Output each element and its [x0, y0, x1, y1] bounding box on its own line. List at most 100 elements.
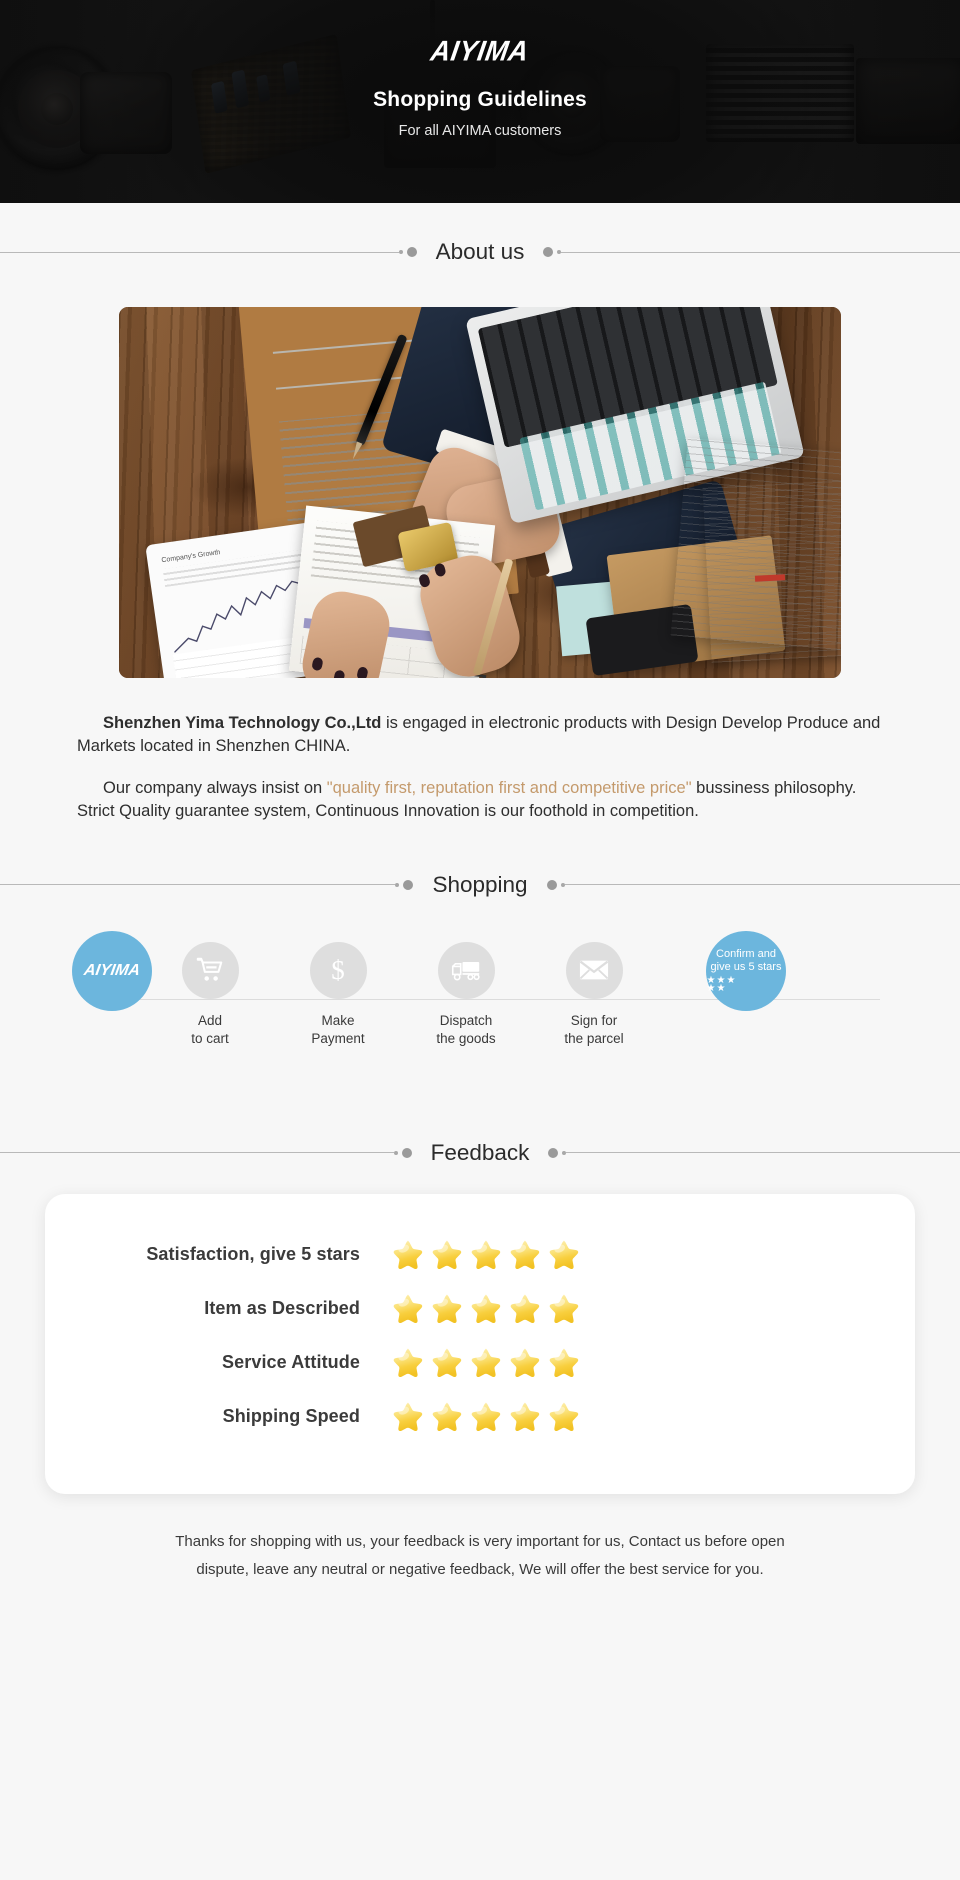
shopping-step-label: Sign for the parcel	[564, 1012, 623, 1048]
shopping-step-label: Add to cart	[191, 1012, 229, 1048]
feedback-section: Feedback Satisfaction, give 5 stars Item…	[0, 1140, 960, 1585]
star-icon[interactable]	[507, 1238, 541, 1272]
star-icon[interactable]	[507, 1292, 541, 1326]
step-label-line2: Payment	[311, 1030, 365, 1046]
shopping-step-label: Dispatch the goods	[436, 1012, 495, 1048]
shopping-steps: AIYIMA Add to cart $ Make Payment Dispat…	[0, 930, 960, 1094]
aiyima-logo-text: AIYIMA	[82, 961, 142, 979]
cart-glyph	[196, 957, 223, 981]
feedback-row-label: Satisfaction, give 5 stars	[146, 1244, 360, 1265]
step-label-line1: Add	[197, 1012, 222, 1028]
footer-note: Thanks for shopping with us, your feedba…	[80, 1528, 880, 1585]
dollar-glyph: $	[331, 954, 345, 985]
feedback-row-stars[interactable]	[390, 1238, 580, 1272]
feedback-row-stars[interactable]	[390, 1292, 580, 1326]
divider-dot-large-left	[401, 1147, 412, 1158]
star-icon[interactable]	[390, 1238, 424, 1272]
star-icon[interactable]	[429, 1238, 463, 1272]
table-row: Service Attitude	[45, 1336, 915, 1390]
envelope-glyph	[579, 960, 609, 980]
about-description: Shenzhen Yima Technology Co.,Ltd is enga…	[77, 712, 883, 824]
table-row: Satisfaction, give 5 stars	[45, 1228, 915, 1282]
star-icon[interactable]	[429, 1400, 463, 1434]
star-icon[interactable]	[546, 1238, 580, 1272]
step-label-line1: Dispatch	[439, 1012, 493, 1028]
footer-line-2: dispute, leave any neutral or negative f…	[196, 1561, 764, 1579]
divider-line-right	[564, 884, 960, 886]
step-label-line1: Sign for	[570, 1012, 618, 1028]
star-icon[interactable]	[468, 1238, 502, 1272]
star-icon[interactable]	[507, 1346, 541, 1380]
confirm-stars: ★★★ ★★	[706, 976, 786, 995]
feedback-row-label: Item as Described	[204, 1298, 360, 1319]
feedback-row-stars[interactable]	[390, 1400, 580, 1434]
feedback-row-label: Shipping Speed	[222, 1406, 360, 1427]
table-row: Shipping Speed	[45, 1390, 915, 1444]
divider-dot-large-right	[548, 1147, 559, 1158]
star-icon[interactable]	[429, 1346, 463, 1380]
footer-line-1: Thanks for shopping with us, your feedba…	[175, 1532, 785, 1550]
star-icon[interactable]	[468, 1292, 502, 1326]
divider-line-right	[561, 251, 960, 253]
delivery-truck-icon	[437, 941, 495, 999]
shopping-section: Shopping AIYIMA Add to cart $ Make Payme…	[0, 872, 960, 1094]
confirm-stars-row2: ★★	[706, 983, 727, 995]
divider-dot-large-right	[543, 247, 554, 257]
star-icon[interactable]	[507, 1400, 541, 1434]
dollar-sign-icon: $	[309, 941, 367, 999]
hero-banner: AIYIMA Shopping Guidelines For all AIYIM…	[0, 0, 960, 203]
aiyima-logo: AIYIMA	[428, 35, 532, 67]
feedback-card: Satisfaction, give 5 stars Item as Descr…	[45, 1193, 915, 1494]
spreadsheet-paper-2	[702, 479, 841, 663]
star-icon[interactable]	[390, 1346, 424, 1380]
step-label-line1: Make	[321, 1012, 355, 1028]
step-label-line2: to cart	[191, 1030, 229, 1046]
star-icon[interactable]	[390, 1400, 424, 1434]
truck-glyph	[451, 962, 480, 981]
step-label-line2: the parcel	[564, 1030, 624, 1046]
divider-line-left	[0, 1152, 394, 1154]
divider-line-right	[566, 1152, 960, 1154]
shopping-cart-icon	[181, 941, 239, 999]
divider-line-left	[0, 884, 396, 886]
about-paragraph-2: Our company always insist on "quality fi…	[77, 777, 883, 824]
step-label-line2: the goods	[436, 1030, 496, 1046]
confirm-text-line1: Confirm and	[716, 947, 776, 960]
company-motto: "quality first, reputation first and com…	[326, 778, 692, 797]
star-icon[interactable]	[546, 1346, 580, 1380]
star-icon[interactable]	[546, 1292, 580, 1326]
page-subtitle: For all AIYIMA customers	[398, 123, 562, 139]
shopping-step-dispatch: Dispatch the goods	[396, 941, 536, 1048]
feedback-row-stars[interactable]	[390, 1346, 580, 1380]
confirm-text-line2: give us 5 stars	[710, 960, 782, 973]
company-name: Shenzhen Yima Technology Co.,Ltd	[103, 714, 382, 732]
about-paragraph-1: Shenzhen Yima Technology Co.,Ltd is enga…	[77, 712, 883, 759]
table-row: Item as Described	[45, 1282, 915, 1336]
shopping-step-sign-parcel: Sign for the parcel	[524, 941, 664, 1048]
shopping-step-label: Make Payment	[311, 1012, 364, 1048]
about-section-header: About us	[0, 239, 960, 265]
star-icon[interactable]	[468, 1400, 502, 1434]
shopping-section-header: Shopping	[0, 872, 960, 898]
divider-dot-large-left	[403, 879, 414, 890]
shopping-step-confirm-stars: Confirm and give us 5 stars ★★★ ★★	[676, 930, 816, 1011]
envelope-icon	[565, 941, 623, 999]
star-icon[interactable]	[390, 1292, 424, 1326]
star-icon[interactable]	[546, 1400, 580, 1434]
about-section: About us Contract Co	[0, 203, 960, 824]
star-icon[interactable]	[429, 1292, 463, 1326]
divider-dot-small-left	[398, 250, 403, 254]
shopping-step-add-to-cart: Add to cart	[140, 941, 280, 1048]
feedback-row-label: Service Attitude	[222, 1352, 360, 1373]
star-icon[interactable]	[468, 1346, 502, 1380]
divider-dot-large-left	[406, 247, 417, 257]
feedback-title: Feedback	[430, 1139, 530, 1165]
shopping-title: Shopping	[432, 871, 528, 897]
divider-dot-large-right	[546, 879, 557, 890]
divider-dot-small-left	[395, 882, 400, 887]
shopping-step-make-payment: $ Make Payment	[268, 941, 408, 1048]
page-title: Shopping Guidelines	[373, 88, 587, 111]
five-stars-icon: Confirm and give us 5 stars ★★★ ★★	[706, 930, 786, 1011]
about-title: About us	[435, 239, 525, 264]
about-paragraph-2-before: Our company always insist on	[103, 778, 327, 797]
